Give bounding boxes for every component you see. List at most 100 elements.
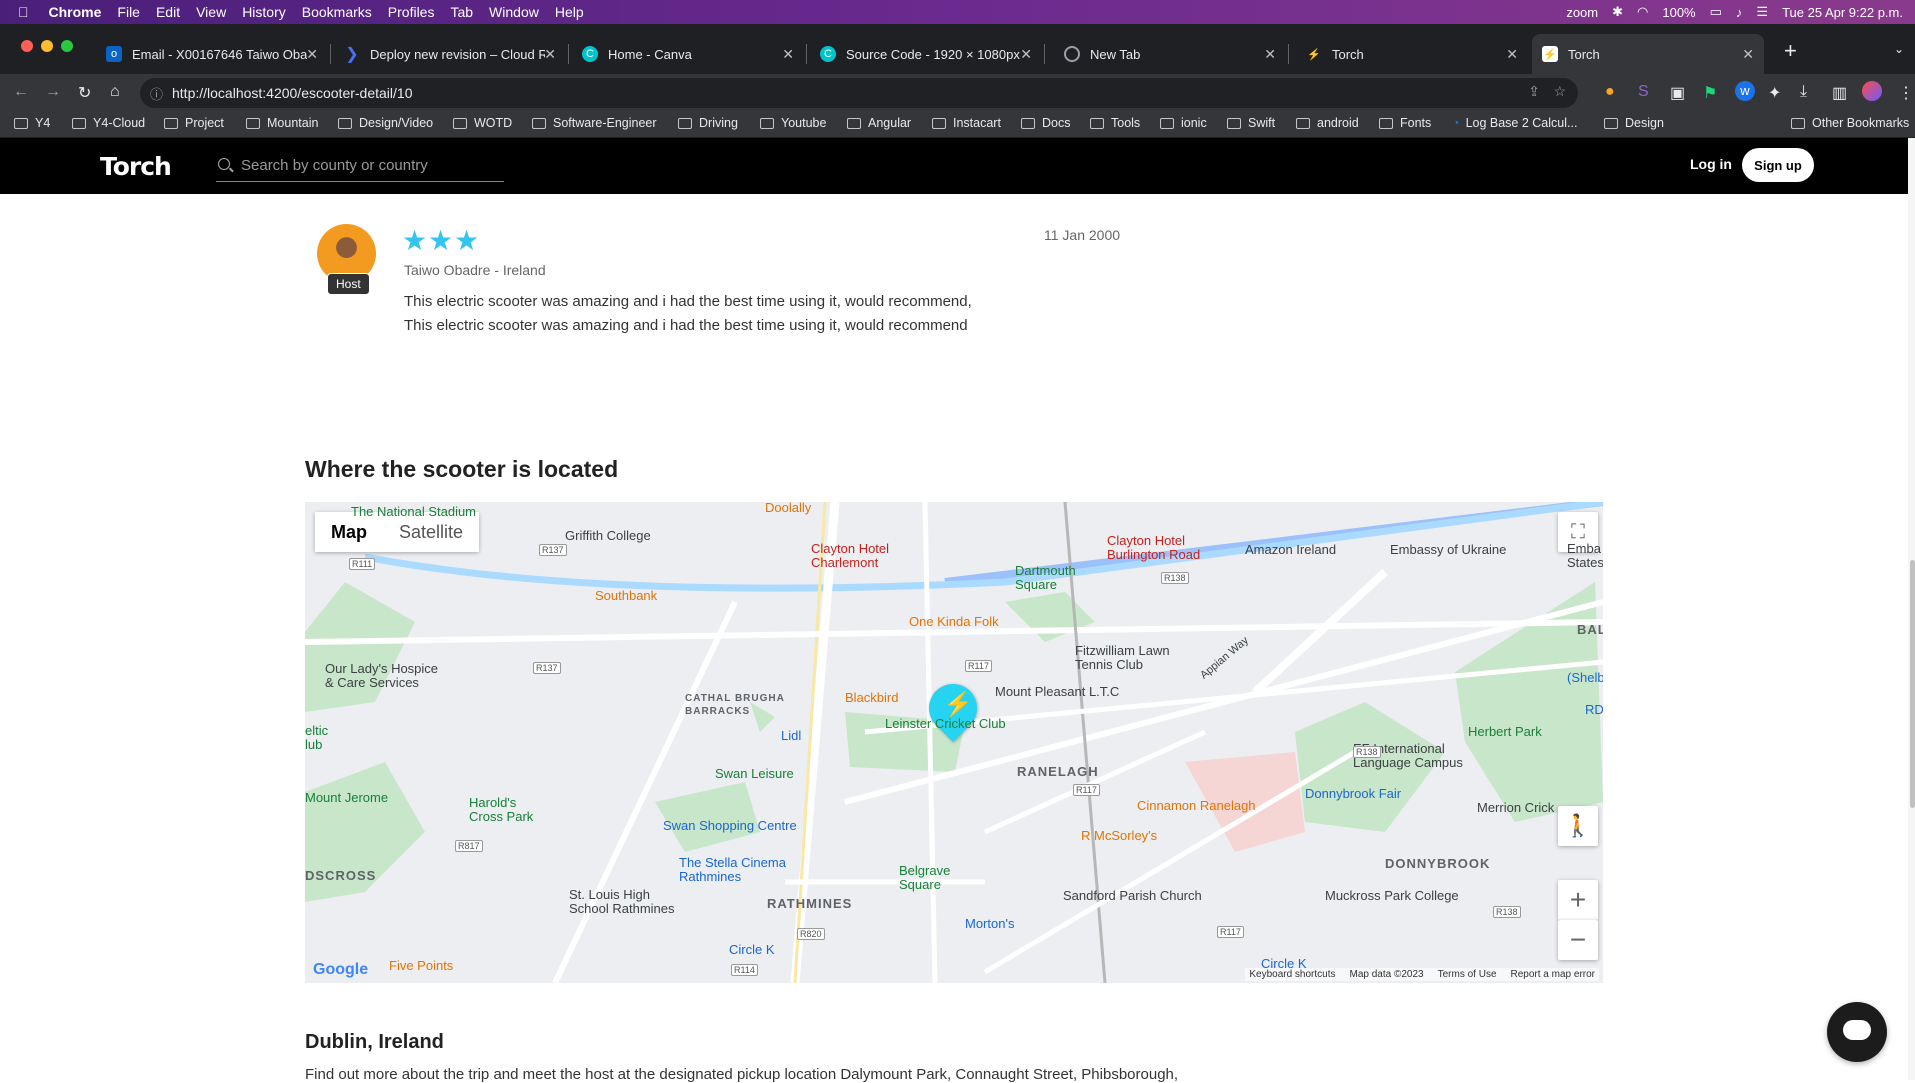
browser-tab-new-tab[interactable]: New Tab ✕	[1054, 34, 1286, 74]
map-label: Morton's	[965, 916, 1015, 931]
bookmark-folder[interactable]: Youtube	[760, 116, 826, 130]
back-button[interactable]: ←	[13, 83, 29, 101]
browser-tab-strip: o Email - X00167646 Taiwo Obad ✕ ❯ Deplo…	[0, 24, 1915, 74]
browser-tab-email[interactable]: o Email - X00167646 Taiwo Obad ✕	[96, 34, 328, 74]
puzzle-icon[interactable]: ✦	[1768, 83, 1781, 103]
bluetooth-icon[interactable]: ✱	[1612, 4, 1623, 20]
home-button[interactable]: ⌂	[110, 83, 120, 101]
close-window-button[interactable]	[21, 40, 33, 52]
battery-icon[interactable]: ▭	[1710, 4, 1722, 20]
bookmark-folder[interactable]: Fonts	[1379, 116, 1431, 130]
wifi-icon[interactable]: ◠	[1637, 4, 1648, 20]
menu-file[interactable]: File	[117, 4, 140, 20]
torch-logo[interactable]: Torch	[100, 152, 172, 181]
bookmark-folder[interactable]: Project	[164, 116, 224, 130]
bookmark-folder[interactable]: Mountain	[246, 116, 318, 130]
profile-avatar[interactable]	[1862, 81, 1882, 101]
map-label: Clayton Hotel Charlemont	[811, 541, 890, 570]
map-label: Belgrave Square	[899, 863, 951, 892]
browser-tab-torch-active[interactable]: ⚡ Torch ✕	[1532, 34, 1764, 74]
bookmark-folder[interactable]: Design	[1604, 116, 1664, 130]
close-tab-icon[interactable]: ✕	[544, 46, 556, 63]
zoom-in-button[interactable]: +	[1558, 880, 1598, 920]
battery-percent[interactable]: 100%	[1662, 5, 1695, 20]
menu-view[interactable]: View	[196, 4, 226, 20]
bookmark-folder[interactable]: ionic	[1160, 116, 1207, 130]
menubar-clock[interactable]: Tue 25 Apr 9:22 p.m.	[1782, 5, 1903, 20]
bookmark-folder[interactable]: Y4	[14, 116, 50, 130]
report-map-error-link[interactable]: Report a map error	[1511, 969, 1595, 980]
menu-app-name[interactable]: Chrome	[49, 4, 102, 20]
menu-edit[interactable]: Edit	[156, 4, 180, 20]
close-tab-icon[interactable]: ✕	[1020, 46, 1032, 63]
bookmark-folder[interactable]: Swift	[1227, 116, 1275, 130]
extension-icon[interactable]: w	[1735, 81, 1755, 101]
close-tab-icon[interactable]: ✕	[1742, 46, 1754, 63]
folder-icon	[1604, 117, 1618, 129]
keyboard-shortcuts-link[interactable]: Keyboard shortcuts	[1249, 969, 1335, 980]
side-panel-icon[interactable]: ▥	[1832, 83, 1847, 103]
login-link[interactable]: Log in	[1690, 156, 1732, 172]
scrollbar-thumb[interactable]	[1910, 560, 1915, 808]
chat-button[interactable]	[1827, 1002, 1887, 1062]
download-icon[interactable]: ⤓	[1800, 83, 1807, 101]
search-input[interactable]: Search by county or country	[216, 150, 504, 182]
close-tab-icon[interactable]: ✕	[782, 46, 794, 63]
browser-tab-canva-source[interactable]: C Source Code - 1920 × 1080px ✕	[810, 34, 1042, 74]
extension-icon[interactable]: ▣	[1670, 83, 1685, 103]
map-label: RATHMINES	[767, 896, 853, 911]
share-icon[interactable]: ⇪	[1528, 83, 1540, 100]
bookmark-folder[interactable]: Driving	[678, 116, 738, 130]
signup-button[interactable]: Sign up	[1742, 148, 1814, 182]
kebab-menu-icon[interactable]: ⋮	[1898, 83, 1914, 103]
bookmark-folder[interactable]: android	[1296, 116, 1359, 130]
street-view-pegman-icon[interactable]: 🚶	[1558, 806, 1598, 846]
browser-tab-canva-home[interactable]: C Home - Canva ✕	[572, 34, 804, 74]
menu-window[interactable]: Window	[489, 4, 539, 20]
bookmark-folder[interactable]: WOTD	[453, 116, 512, 130]
close-tab-icon[interactable]: ✕	[1506, 46, 1518, 63]
bookmark-folder[interactable]: Instacart	[932, 116, 1001, 130]
address-bar[interactable]: ⓘ http://localhost:4200/escooter-detail/…	[140, 78, 1578, 108]
menu-profiles[interactable]: Profiles	[388, 4, 435, 20]
site-info-icon[interactable]: ⓘ	[150, 84, 163, 103]
bookmark-folder[interactable]: Docs	[1021, 116, 1070, 130]
close-tab-icon[interactable]: ✕	[306, 46, 318, 63]
extension-icon[interactable]: ⚑	[1703, 83, 1717, 103]
bookmark-folder[interactable]: Angular	[847, 116, 911, 130]
other-bookmarks[interactable]: Other Bookmarks	[1791, 116, 1909, 130]
menu-help[interactable]: Help	[555, 4, 584, 20]
forward-button[interactable]: →	[45, 83, 61, 101]
browser-tab-torch[interactable]: ⚡ Torch ✕	[1296, 34, 1528, 74]
menu-history[interactable]: History	[242, 4, 286, 20]
scooter-map[interactable]: Map Satellite ⛶ 🚶 + − ⚡ The National Sta…	[305, 502, 1603, 983]
volume-icon[interactable]: ♪	[1736, 5, 1743, 20]
zoom-window-button[interactable]	[61, 40, 73, 52]
bookmark-link[interactable]: ◔ Log Base 2 Calcul...	[1452, 116, 1577, 130]
zoom-status[interactable]: zoom	[1566, 5, 1598, 20]
tab-search-chevron-icon[interactable]: ⌄	[1894, 42, 1904, 56]
new-tab-button[interactable]: +	[1784, 38, 1797, 64]
zoom-out-button[interactable]: −	[1558, 920, 1598, 960]
control-center-icon[interactable]: ☰	[1756, 4, 1768, 20]
minimize-window-button[interactable]	[41, 40, 53, 52]
menu-tab[interactable]: Tab	[450, 4, 473, 20]
bookmark-folder[interactable]: Software-Engineer	[532, 116, 657, 130]
bookmark-folder[interactable]: Design/Video	[338, 116, 433, 130]
browser-tab-cloud-run[interactable]: ❯ Deploy new revision – Cloud R ✕	[334, 34, 566, 74]
reload-button[interactable]: ↻	[78, 83, 91, 103]
bookmark-folder[interactable]: Y4-Cloud	[72, 116, 145, 130]
extension-icon[interactable]: ●	[1605, 83, 1615, 101]
apple-icon[interactable]: 	[18, 4, 29, 20]
map-label: Doolally	[765, 502, 812, 515]
bookmark-star-icon[interactable]: ☆	[1553, 83, 1566, 100]
extension-icon[interactable]: S	[1638, 83, 1649, 101]
road-sign: R138	[1353, 746, 1381, 758]
map-label: One Kinda Folk	[909, 614, 999, 629]
close-tab-icon[interactable]: ✕	[1264, 46, 1276, 63]
folder-icon	[1227, 117, 1241, 129]
menu-bookmarks[interactable]: Bookmarks	[302, 4, 372, 20]
terms-of-use-link[interactable]: Terms of Use	[1438, 969, 1497, 980]
folder-icon	[246, 117, 260, 129]
bookmark-folder[interactable]: Tools	[1090, 116, 1140, 130]
